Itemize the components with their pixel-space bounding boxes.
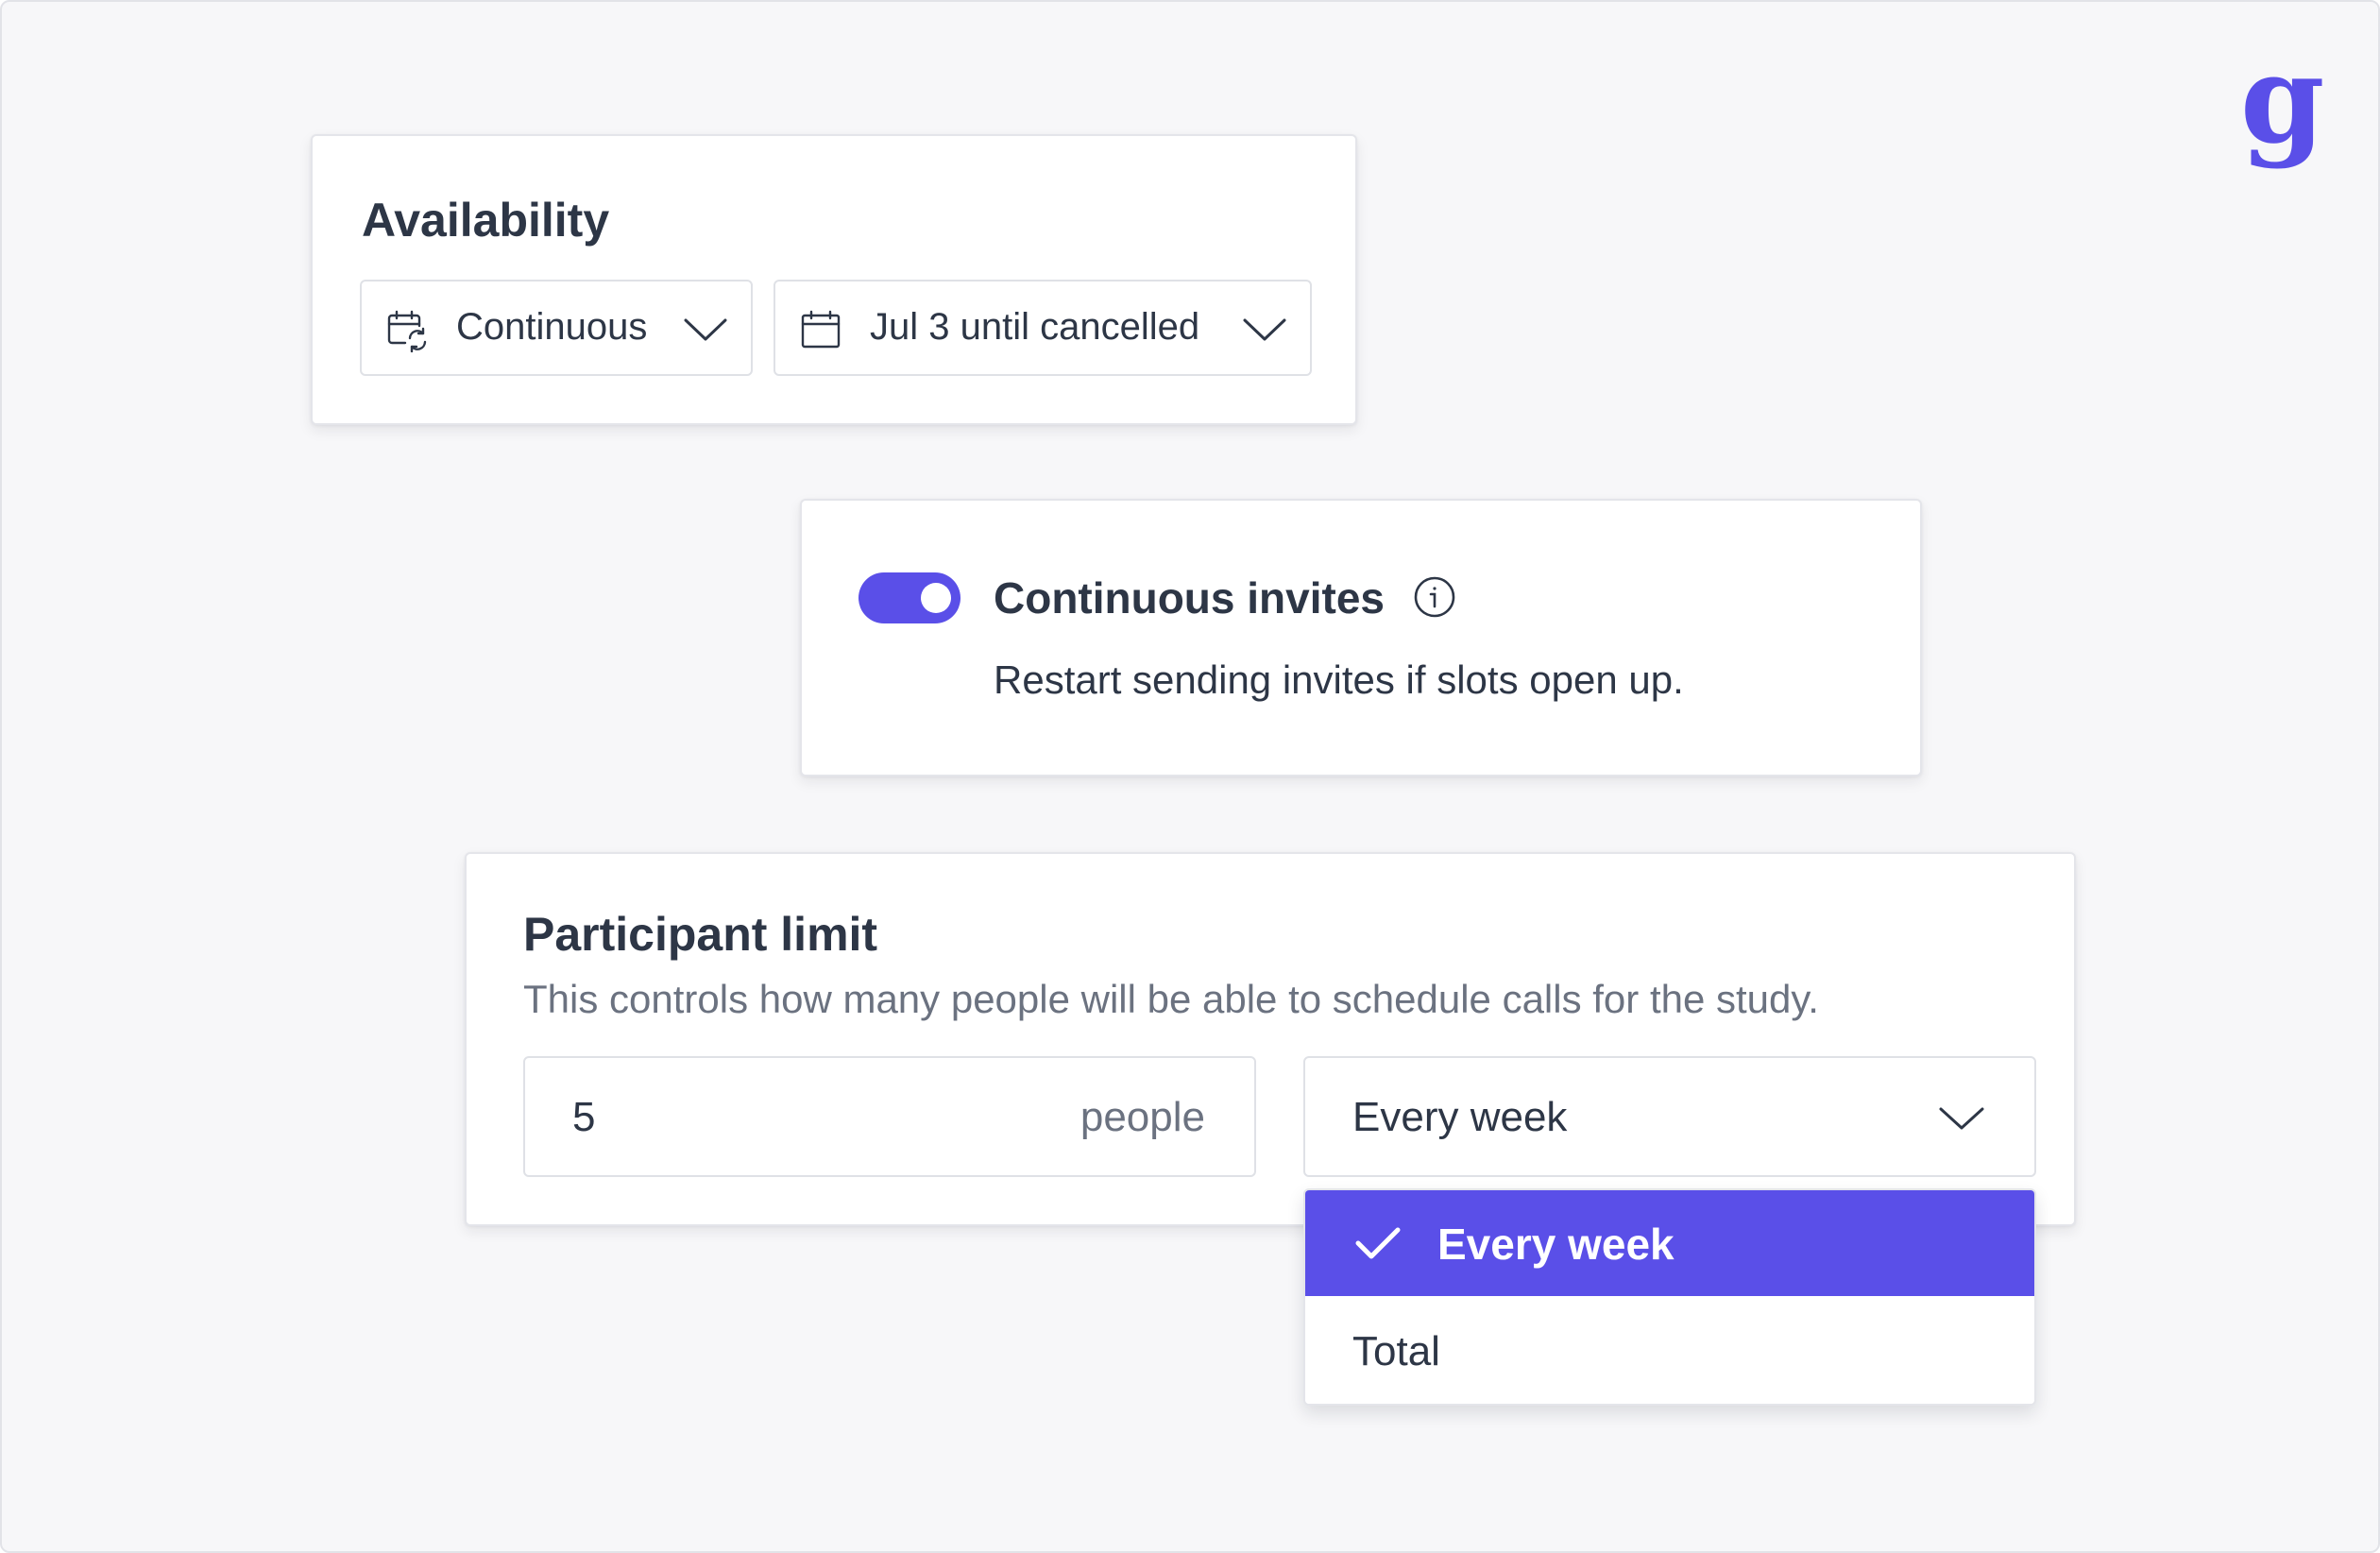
toggle-knob bbox=[921, 583, 951, 613]
frequency-value: Every week bbox=[1352, 1094, 1568, 1140]
chevron-down-icon bbox=[1939, 1107, 1984, 1130]
availability-mode-select[interactable]: Continuous bbox=[360, 280, 753, 376]
check-icon bbox=[1355, 1227, 1401, 1259]
availability-mode-value: Continuous bbox=[456, 306, 648, 348]
brand-logo: g bbox=[2240, 29, 2325, 171]
continuous-invites-card: Continuous invites Restart sending invit… bbox=[800, 499, 1922, 776]
availability-date-select[interactable]: Jul 3 until cancelled bbox=[774, 280, 1312, 376]
calendar-icon bbox=[801, 310, 841, 349]
chevron-down-icon bbox=[1243, 318, 1286, 341]
frequency-dropdown-menu: Every week Total bbox=[1303, 1188, 2036, 1406]
chevron-down-icon bbox=[684, 318, 727, 341]
app-canvas: g Availability Continuous Jul 3 until ca… bbox=[0, 0, 2380, 1553]
frequency-select[interactable]: Every week bbox=[1303, 1056, 2036, 1177]
participant-limit-card: Participant limit This controls how many… bbox=[465, 852, 2076, 1226]
availability-card: Availability Continuous Jul 3 until canc… bbox=[311, 134, 1357, 425]
continuous-invites-description: Restart sending invites if slots open up… bbox=[994, 657, 1684, 702]
dropdown-option-label: Total bbox=[1352, 1328, 1440, 1374]
calendar-refresh-icon bbox=[387, 310, 427, 352]
continuous-invites-title: Continuous invites bbox=[994, 573, 1385, 623]
continuous-invites-toggle[interactable] bbox=[858, 572, 960, 623]
dropdown-option-label: Every week bbox=[1437, 1220, 1674, 1269]
participant-limit-title: Participant limit bbox=[523, 908, 878, 961]
participant-count-suffix: people bbox=[1080, 1094, 1205, 1140]
participant-limit-description: This controls how many people will be ab… bbox=[523, 977, 1819, 1021]
dropdown-option-total[interactable]: Total bbox=[1305, 1296, 2034, 1404]
availability-title: Availability bbox=[362, 194, 610, 247]
info-icon[interactable] bbox=[1412, 574, 1457, 620]
participant-count-value: 5 bbox=[572, 1094, 596, 1140]
dropdown-option-every-week[interactable]: Every week bbox=[1305, 1190, 2034, 1296]
participant-count-input[interactable]: 5 people bbox=[523, 1056, 1256, 1177]
availability-date-value: Jul 3 until cancelled bbox=[870, 306, 1200, 348]
